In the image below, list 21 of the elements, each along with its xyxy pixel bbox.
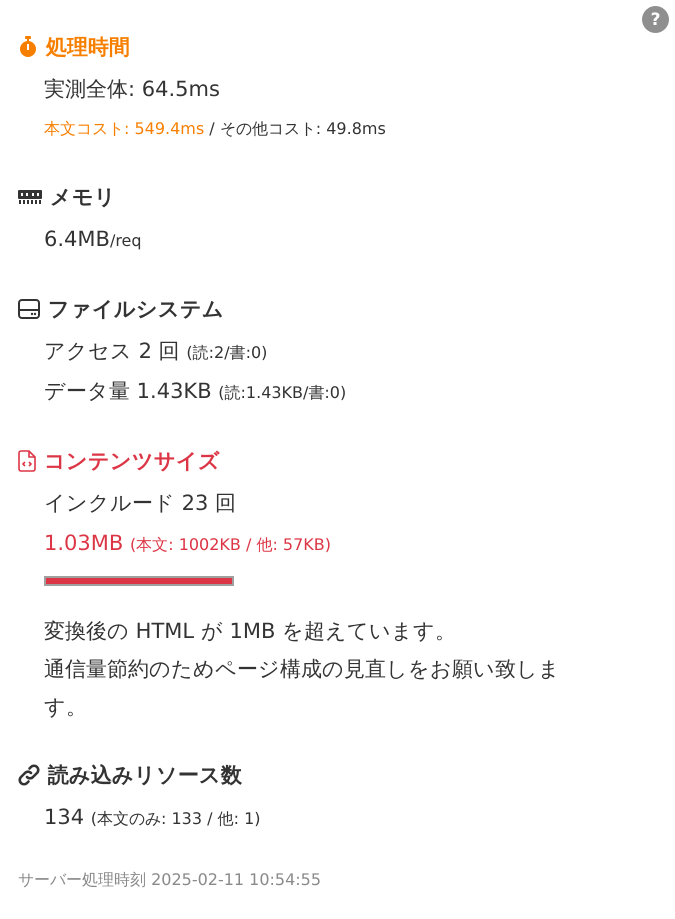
code-file-icon (18, 450, 36, 472)
stat-line: 134 (本文のみ: 133 / 他: 1) (44, 804, 260, 831)
stat-line: 6.4MB/req (44, 226, 142, 253)
server-time: サーバー処理時刻 2025-02-11 10:54:55 (17, 870, 322, 891)
stat-line: データ量 1.43KB (読:1.43KB/書:0) (44, 378, 346, 405)
link-icon (18, 764, 40, 786)
cost-line: 本文コスト: 549.4ms / その他コスト: 49.8ms (44, 118, 386, 140)
section-title: コンテンツサイズ (44, 448, 220, 475)
section-title: 処理時間 (46, 34, 130, 61)
stat-line: アクセス 2 回 (読:2/書:0) (44, 338, 268, 365)
memory-icon (18, 190, 42, 204)
stopwatch-icon (18, 36, 38, 58)
help-button[interactable]: ? (642, 6, 669, 33)
stat-line: インクルード 23 回 (44, 490, 236, 517)
section-title: ファイルシステム (48, 296, 224, 323)
section-title: メモリ (50, 184, 116, 211)
warning-message: 変換後の HTML が 1MB を超えています。 通信量節約のためページ構成の見直しをお願い致します。 (44, 618, 561, 721)
stat-line: 実測全体: 64.5ms (44, 76, 220, 103)
section-title: 読み込みリソース数 (48, 762, 242, 789)
size-line: 1.03MB (本文: 1002KB / 他: 57KB) (44, 530, 331, 557)
hard-drive-icon (18, 299, 40, 319)
